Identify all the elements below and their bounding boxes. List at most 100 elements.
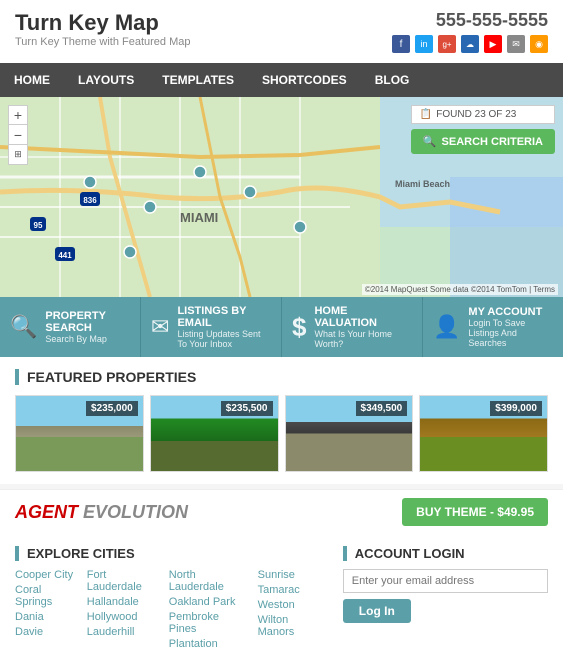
action-property-search[interactable]: 🔍 PROPERTY SEARCH Search By Map xyxy=(0,297,141,357)
action-my-account[interactable]: 👤 MY ACCOUNT Login To Save Listings And … xyxy=(423,297,563,357)
city-wilton-manors[interactable]: Wilton Manors xyxy=(258,614,323,638)
city-sunrise[interactable]: Sunrise xyxy=(258,569,323,581)
city-dania[interactable]: Dania xyxy=(15,611,77,623)
property-card-4[interactable]: $399,000 xyxy=(419,395,548,472)
city-pembroke-pines[interactable]: Pembroke Pines xyxy=(169,611,248,635)
city-plantation[interactable]: Plantation xyxy=(169,638,248,650)
zoom-in-button[interactable]: + xyxy=(8,105,28,125)
city-coral-springs[interactable]: Coral Springs xyxy=(15,584,77,608)
valuation-icon: $ xyxy=(292,312,306,343)
action-home-valuation[interactable]: $ HOME VALUATION What Is Your Home Worth… xyxy=(282,297,423,357)
svg-text:441: 441 xyxy=(58,251,72,260)
city-lauderhill[interactable]: Lauderhill xyxy=(87,626,159,638)
city-col-1: Cooper City Coral Springs Dania Davie xyxy=(15,569,77,650)
linkedin-icon[interactable]: ☁ xyxy=(461,35,479,53)
facebook-icon[interactable]: f xyxy=(392,35,410,53)
nav-blog[interactable]: BLOG xyxy=(361,63,424,97)
map-overlay: 📋 FOUND 23 OF 23 🔍 SEARCH CRITERIA xyxy=(411,105,555,154)
nav-shortcodes[interactable]: SHORTCODES xyxy=(248,63,361,97)
logo-title: Turn Key Map xyxy=(15,10,190,36)
listings-email-text: LISTINGS BY EMAIL Listing Updates Sent T… xyxy=(177,305,271,349)
valuation-subtitle: What Is Your Home Worth? xyxy=(314,329,412,349)
buy-theme-button[interactable]: BUY THEME - $49.95 xyxy=(402,498,548,526)
found-badge: 📋 FOUND 23 OF 23 xyxy=(411,105,555,124)
email-input[interactable] xyxy=(343,569,548,593)
property-search-text: PROPERTY SEARCH Search By Map xyxy=(45,310,130,344)
property-card-2[interactable]: $235,500 xyxy=(150,395,279,472)
login-form: Log In xyxy=(343,569,548,623)
brand-suffix: EVOLUTION xyxy=(83,502,188,522)
city-hallandale[interactable]: Hallandale xyxy=(87,596,159,608)
site-header: Turn Key Map Turn Key Theme with Feature… xyxy=(0,0,563,63)
found-icon: 📋 xyxy=(420,109,432,120)
map-section: 95 836 441 MIAMI Miami Beach + − ⊞ xyxy=(0,97,563,297)
main-nav: HOME LAYOUTS TEMPLATES SHORTCODES BLOG xyxy=(0,63,563,97)
property-price-2: $235,500 xyxy=(221,401,273,416)
youtube-icon[interactable]: ▶ xyxy=(484,35,502,53)
nav-layouts[interactable]: LAYOUTS xyxy=(64,63,148,97)
rss-icon[interactable]: ◉ xyxy=(530,35,548,53)
city-fort-lauderdale[interactable]: Fort Lauderdale xyxy=(87,569,159,593)
map-attribution: ©2014 MapQuest Some data ©2014 TomTom | … xyxy=(362,284,558,295)
city-hollywood[interactable]: Hollywood xyxy=(87,611,159,623)
map-controls: + − ⊞ xyxy=(8,105,28,165)
city-cooper-city[interactable]: Cooper City xyxy=(15,569,77,581)
property-price-1: $235,000 xyxy=(86,401,138,416)
account-login-title: ACCOUNT LOGIN xyxy=(343,546,548,561)
layers-button[interactable]: ⊞ xyxy=(8,145,28,165)
nav-templates[interactable]: TEMPLATES xyxy=(148,63,248,97)
social-icons: f in g+ ☁ ▶ ✉ ◉ xyxy=(392,35,548,53)
twitter-icon[interactable]: in xyxy=(415,35,433,53)
valuation-text: HOME VALUATION What Is Your Home Worth? xyxy=(314,305,412,349)
city-weston[interactable]: Weston xyxy=(258,599,323,611)
svg-text:836: 836 xyxy=(83,196,97,205)
property-card-1[interactable]: $235,000 xyxy=(15,395,144,472)
brand-prefix: AGENT xyxy=(15,502,78,522)
account-subtitle: Login To Save Listings And Searches xyxy=(468,318,553,348)
featured-properties-section: FEATURED PROPERTIES $235,000 $235,500 $3… xyxy=(0,357,563,484)
zoom-out-button[interactable]: − xyxy=(8,125,28,145)
search-criteria-button[interactable]: 🔍 SEARCH CRITERIA xyxy=(411,129,555,154)
account-icon: 👤 xyxy=(433,314,460,340)
search-icon: 🔍 xyxy=(423,135,437,148)
googleplus-icon[interactable]: g+ xyxy=(438,35,456,53)
brand-logo: AGENT EVOLUTION xyxy=(15,502,188,523)
nav-home[interactable]: HOME xyxy=(0,63,64,97)
action-listings-email[interactable]: ✉ LISTINGS BY EMAIL Listing Updates Sent… xyxy=(141,297,282,357)
city-col-3: North Lauderdale Oakland Park Pembroke P… xyxy=(169,569,248,650)
svg-text:Miami Beach: Miami Beach xyxy=(395,179,450,189)
map-canvas: 95 836 441 MIAMI Miami Beach + − ⊞ xyxy=(0,97,563,297)
city-col-2: Fort Lauderdale Hallandale Hollywood Lau… xyxy=(87,569,159,650)
listings-email-subtitle: Listing Updates Sent To Your Inbox xyxy=(177,329,271,349)
property-price-4: $399,000 xyxy=(490,401,542,416)
site-contact: 555-555-5555 f in g+ ☁ ▶ ✉ ◉ xyxy=(392,10,548,53)
login-button[interactable]: Log In xyxy=(343,599,411,623)
city-tamarac[interactable]: Tamarac xyxy=(258,584,323,596)
bottom-section: EXPLORE CITIES Cooper City Coral Springs… xyxy=(0,534,563,662)
found-label: FOUND 23 OF 23 xyxy=(436,109,516,120)
svg-text:MIAMI: MIAMI xyxy=(180,210,218,225)
site-logo: Turn Key Map Turn Key Theme with Feature… xyxy=(15,10,190,48)
properties-grid: $235,000 $235,500 $349,500 $399,000 xyxy=(15,395,548,472)
search-criteria-label: SEARCH CRITERIA xyxy=(442,136,543,148)
property-search-icon: 🔍 xyxy=(10,314,37,340)
brand-bar: AGENT EVOLUTION BUY THEME - $49.95 xyxy=(0,489,563,534)
account-title: MY ACCOUNT xyxy=(468,306,553,318)
city-oakland-park[interactable]: Oakland Park xyxy=(169,596,248,608)
action-bar: 🔍 PROPERTY SEARCH Search By Map ✉ LISTIN… xyxy=(0,297,563,357)
property-price-3: $349,500 xyxy=(356,401,408,416)
phone-number: 555-555-5555 xyxy=(392,10,548,31)
city-north-lauderdale[interactable]: North Lauderdale xyxy=(169,569,248,593)
featured-properties-title: FEATURED PROPERTIES xyxy=(15,369,548,385)
explore-cities: EXPLORE CITIES Cooper City Coral Springs… xyxy=(15,546,323,650)
property-card-3[interactable]: $349,500 xyxy=(285,395,414,472)
explore-cities-title: EXPLORE CITIES xyxy=(15,546,323,561)
property-search-subtitle: Search By Map xyxy=(45,334,130,344)
email-icon[interactable]: ✉ xyxy=(507,35,525,53)
listings-email-title: LISTINGS BY EMAIL xyxy=(177,305,271,329)
account-text: MY ACCOUNT Login To Save Listings And Se… xyxy=(468,306,553,348)
svg-text:95: 95 xyxy=(34,221,43,230)
city-davie[interactable]: Davie xyxy=(15,626,77,638)
cities-grid: Cooper City Coral Springs Dania Davie Fo… xyxy=(15,569,323,650)
valuation-title: HOME VALUATION xyxy=(314,305,412,329)
